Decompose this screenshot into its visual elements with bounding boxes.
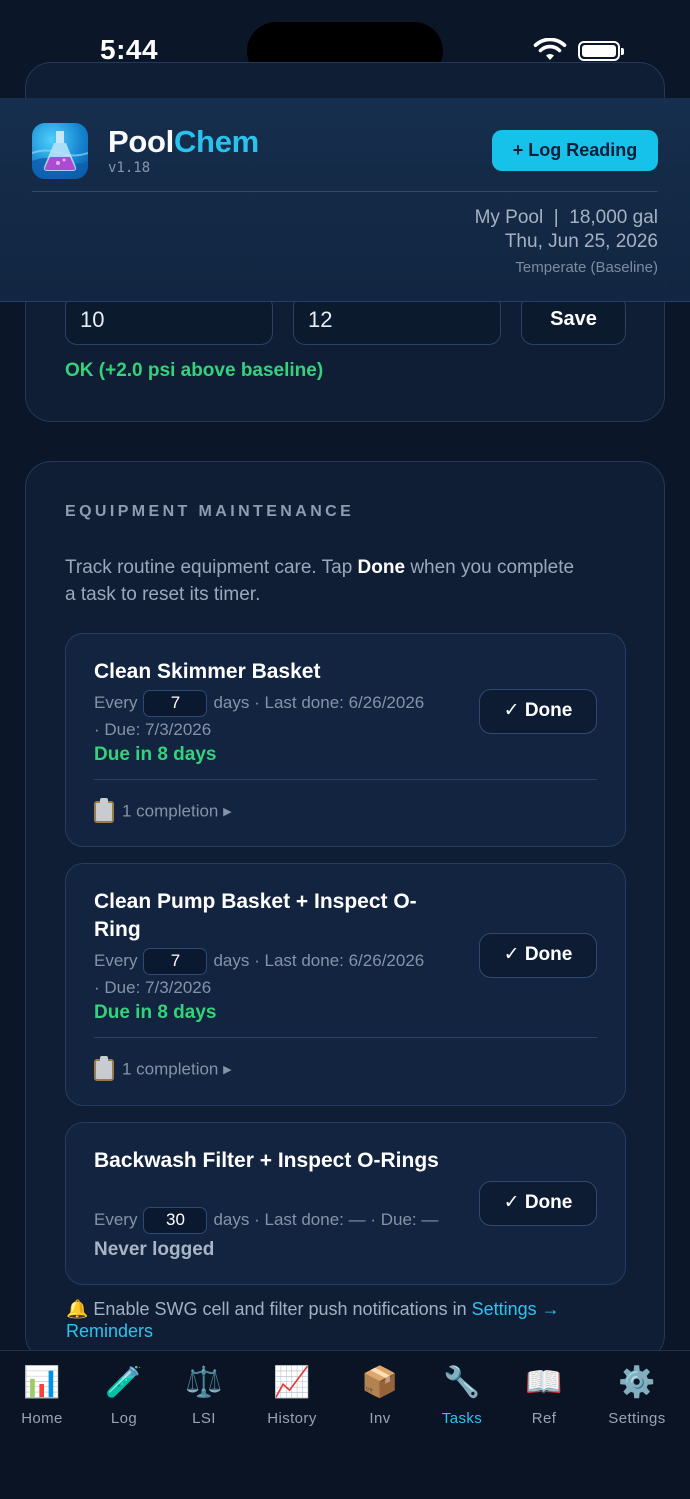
task-name: Clean Skimmer Basket bbox=[94, 660, 321, 683]
tab-settings[interactable]: ⚙️ Settings bbox=[595, 1365, 679, 1427]
header-divider bbox=[32, 191, 658, 192]
completions-toggle[interactable]: 1 completion ▸ bbox=[94, 798, 232, 823]
clipboard-icon bbox=[94, 798, 114, 823]
section-description: Track routine equipment care. Tap Done w… bbox=[65, 557, 575, 605]
due-status: Due in 8 days bbox=[94, 744, 217, 765]
tab-bar: 📊 Home 🧪 Log ⚖️ LSI 📈 History 📦 Inv 🔧 Ta… bbox=[0, 1350, 690, 1499]
app-logo-icon bbox=[32, 123, 88, 179]
climate-label: Temperate (Baseline) bbox=[515, 259, 658, 276]
test-tube-icon: 🧪 bbox=[105, 1366, 143, 1399]
gear-icon: ⚙️ bbox=[618, 1366, 656, 1399]
task-name: Clean Pump Basket + Inspect O-Ring bbox=[94, 890, 417, 941]
pool-info: My Pool | 18,000 gal Thu, Jun 25, 2026 T… bbox=[475, 206, 658, 280]
notifications-notice: 🔔 Enable SWG cell and filter push notifi… bbox=[66, 1299, 560, 1341]
save-button[interactable]: Save bbox=[521, 295, 626, 345]
battery-icon bbox=[578, 41, 624, 61]
tab-history[interactable]: 📈 History bbox=[250, 1365, 334, 1427]
task-card-skimmer: Clean Skimmer Basket Every 7 days · Last d… bbox=[65, 633, 626, 847]
tab-tasks[interactable]: 🔧 Tasks bbox=[420, 1365, 504, 1427]
app-header: PoolChem v1.18 + Log Reading My Pool | 1… bbox=[0, 98, 690, 302]
task-schedule: Every 7 days · Last done: 6/26/2026 · Due: … bbox=[94, 948, 464, 1000]
current-psi-input[interactable]: 12 bbox=[293, 295, 501, 345]
tab-inventory[interactable]: 📦 Inv bbox=[338, 1365, 422, 1427]
done-button[interactable]: ✓ Done bbox=[479, 1181, 597, 1226]
task-schedule: Every 30 days · Last done: — · Due: — bbox=[94, 1207, 464, 1235]
equipment-maintenance-card: EQUIPMENT MAINTENANCE Track routine equi… bbox=[25, 461, 665, 1361]
baseline-psi-input[interactable]: 10 bbox=[65, 295, 273, 345]
pool-name-volume: My Pool | 18,000 gal bbox=[474, 207, 658, 228]
app-version: v1.18 bbox=[108, 160, 151, 176]
balance-scale-icon: ⚖️ bbox=[185, 1366, 223, 1399]
tab-reference[interactable]: 📖 Ref bbox=[502, 1365, 586, 1427]
clipboard-icon bbox=[94, 1056, 114, 1081]
pressure-status: OK (+2.0 psi above baseline) bbox=[65, 360, 324, 381]
done-button[interactable]: ✓ Done bbox=[479, 689, 597, 734]
due-status: Due in 8 days bbox=[94, 1002, 217, 1023]
log-reading-button[interactable]: + Log Reading bbox=[492, 130, 658, 171]
task-schedule: Every 7 days · Last done: 6/26/2026 · Due: … bbox=[94, 690, 464, 742]
interval-input[interactable]: 30 bbox=[143, 1207, 208, 1235]
package-icon: 📦 bbox=[361, 1366, 399, 1399]
app-title: PoolChem bbox=[108, 124, 259, 159]
task-card-pump-basket: Clean Pump Basket + Inspect O-Ring Every… bbox=[65, 863, 626, 1106]
task-card-backwash: Backwash Filter + Inspect O-Rings Every 3… bbox=[65, 1122, 626, 1285]
tab-lsi[interactable]: ⚖️ LSI bbox=[162, 1365, 246, 1427]
wrench-icon: 🔧 bbox=[443, 1366, 481, 1399]
section-title: EQUIPMENT MAINTENANCE bbox=[65, 503, 355, 520]
book-icon: 📖 bbox=[525, 1366, 563, 1399]
trend-chart-icon: 📈 bbox=[273, 1366, 311, 1399]
tab-home[interactable]: 📊 Home bbox=[0, 1365, 84, 1427]
task-name: Backwash Filter + Inspect O-Rings bbox=[94, 1149, 439, 1172]
task-divider bbox=[94, 779, 597, 780]
current-date: Thu, Jun 25, 2026 bbox=[504, 231, 658, 252]
interval-input[interactable]: 7 bbox=[143, 690, 208, 718]
tab-log[interactable]: 🧪 Log bbox=[82, 1365, 166, 1427]
done-button[interactable]: ✓ Done bbox=[479, 933, 597, 978]
interval-input[interactable]: 7 bbox=[143, 948, 208, 976]
due-status: Never logged bbox=[94, 1239, 215, 1260]
completions-toggle[interactable]: 1 completion ▸ bbox=[94, 1056, 232, 1081]
bar-chart-icon: 📊 bbox=[23, 1366, 61, 1399]
task-divider bbox=[94, 1037, 597, 1038]
